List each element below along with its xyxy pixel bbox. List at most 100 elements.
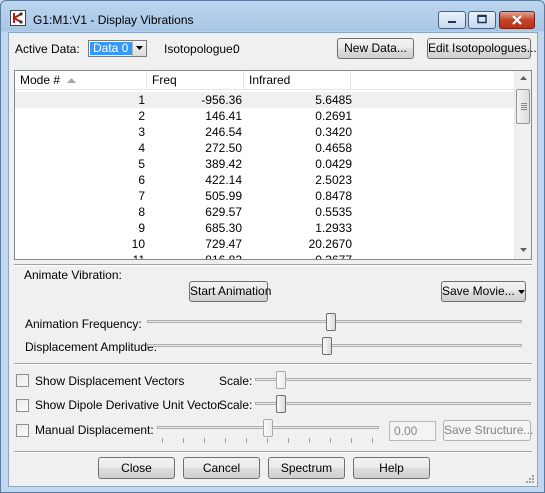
freq-cell: 272.50 [205,141,242,155]
dialog-client: Active Data: Data 0 Isotopologue: 0 New … [8,32,538,487]
infrared-cell: 0.3420 [315,125,352,139]
app-icon [10,10,26,26]
displacement-amplitude-label: Displacement Amplitude: [25,340,158,354]
table-row[interactable]: 5 389.42 0.0429 [15,156,517,172]
freq-cell: 816.82 [205,253,242,260]
manual-displacement-label[interactable]: Manual Displacement: [35,423,154,437]
show-dipole-label[interactable]: Show Dipole Derivative Unit Vector [35,398,221,412]
minimize-button[interactable] [438,11,466,29]
slider-tick [204,438,205,443]
freq-cell: 389.42 [205,157,242,171]
column-header-mode-label: Mode # [20,73,61,87]
mode-cell: 9 [138,221,145,235]
save-structure-button[interactable]: Save Structure... [443,420,533,441]
dropdown-arrow-icon [518,289,526,294]
section-divider [14,264,532,266]
column-header-freq[interactable]: Freq [147,71,244,90]
close-window-button[interactable] [499,11,535,29]
spectrum-button[interactable]: Spectrum [268,457,345,479]
title-bar[interactable]: G1:M1:V1 - Display Vibrations [1,1,544,31]
column-header-infrared[interactable]: Infrared [244,71,351,90]
mode-cell: 5 [138,157,145,171]
table-row[interactable]: 6 422.14 2.5023 [15,172,517,188]
scroll-up-arrow-icon[interactable] [515,71,531,87]
scroll-down-arrow-icon[interactable] [515,243,531,259]
mode-cell: 7 [138,189,145,203]
grip-line [521,107,527,108]
slider-tick [330,438,331,443]
sort-ascending-icon [67,78,76,83]
slider-tick [162,438,163,443]
slider-thumb[interactable] [263,419,273,437]
scale-label: Scale: [219,398,253,412]
freq-cell: 629.57 [205,205,242,219]
table-row[interactable]: 11 816.82 0.3677 [15,252,517,260]
window-title: G1:M1:V1 - Display Vibrations [33,13,194,27]
grip-line [521,109,527,110]
mode-cell: 10 [131,237,145,251]
manual-displacement-slider[interactable] [157,418,379,438]
infrared-cell: 0.8478 [315,189,352,203]
freq-cell: 729.47 [205,237,242,251]
slider-tick [351,438,352,443]
edit-isotopologues-button[interactable]: Edit Isotopologues... [427,38,537,59]
freq-cell: -956.36 [201,93,242,107]
table-row[interactable]: 8 629.57 0.5535 [15,204,517,220]
infrared-cell: 0.3677 [315,253,352,260]
table-row[interactable]: 2 146.41 0.2691 [15,108,517,124]
infrared-cell: 0.2691 [315,109,352,123]
column-header-mode[interactable]: Mode # [15,71,147,90]
animation-frequency-label: Animation Frequency: [25,317,142,331]
grip-line [521,105,527,106]
slider-tick [288,438,289,443]
save-movie-button[interactable]: Save Movie... [441,281,526,302]
scale-label: Scale: [219,374,253,388]
slider-tick [267,438,268,443]
table-row[interactable]: 10 729.47 20.2670 [15,236,517,252]
table-scrollbar[interactable] [514,71,531,259]
start-animation-button[interactable]: Start Animation [189,281,271,302]
manual-displacement-value[interactable]: 0.00 [389,421,436,441]
chevron-down-icon[interactable] [132,41,146,56]
displacement-amplitude-slider[interactable] [147,336,522,356]
animate-vibration-label: Animate Vibration: [24,268,122,282]
vibration-modes-table[interactable]: Mode # Freq Infrared 1 -956.36 5.6485 2 146.… [14,70,532,260]
slider-thumb[interactable] [326,313,336,331]
infrared-cell: 0.0429 [315,157,352,171]
help-button[interactable]: Help [353,457,430,479]
mode-cell: 3 [138,125,145,139]
resize-grip-icon[interactable] [525,474,535,484]
section-divider [14,451,532,453]
table-header: Mode # Freq Infrared [15,71,517,90]
active-data-dropdown[interactable]: Data 0 [88,40,147,57]
table-row[interactable]: 1 -956.36 5.6485 [15,92,517,108]
active-data-value: Data 0 [90,42,132,55]
infrared-cell: 5.6485 [315,93,352,107]
show-displacement-vectors-checkbox[interactable] [16,374,29,387]
show-displacement-vectors-label[interactable]: Show Displacement Vectors [35,374,184,388]
slider-tick [183,438,184,443]
mode-cell: 6 [138,173,145,187]
show-dipole-checkbox[interactable] [16,399,29,412]
table-row[interactable]: 7 505.99 0.8478 [15,188,517,204]
maximize-button[interactable] [468,11,496,29]
animation-frequency-slider[interactable] [147,312,522,332]
cancel-button[interactable]: Cancel [183,457,260,479]
dipole-scale-slider[interactable] [255,394,531,414]
slider-thumb[interactable] [322,337,332,355]
mode-cell: 8 [138,205,145,219]
table-row[interactable]: 9 685.30 1.2933 [15,220,517,236]
table-row[interactable]: 4 272.50 0.4658 [15,140,517,156]
table-row[interactable]: 3 246.54 0.3420 [15,124,517,140]
manual-displacement-checkbox[interactable] [16,424,29,437]
new-data-button[interactable]: New Data... [337,38,414,59]
close-button[interactable]: Close [98,457,175,479]
slider-thumb[interactable] [276,395,286,413]
table-body: 1 -956.36 5.6485 2 146.41 0.2691 3 246.54 0.3420… [15,92,517,260]
displacement-vectors-scale-slider[interactable] [255,370,531,390]
freq-cell: 422.14 [205,173,242,187]
scroll-thumb[interactable] [516,89,530,124]
freq-cell: 685.30 [205,221,242,235]
slider-thumb[interactable] [276,371,286,389]
slider-ticks [162,438,374,444]
